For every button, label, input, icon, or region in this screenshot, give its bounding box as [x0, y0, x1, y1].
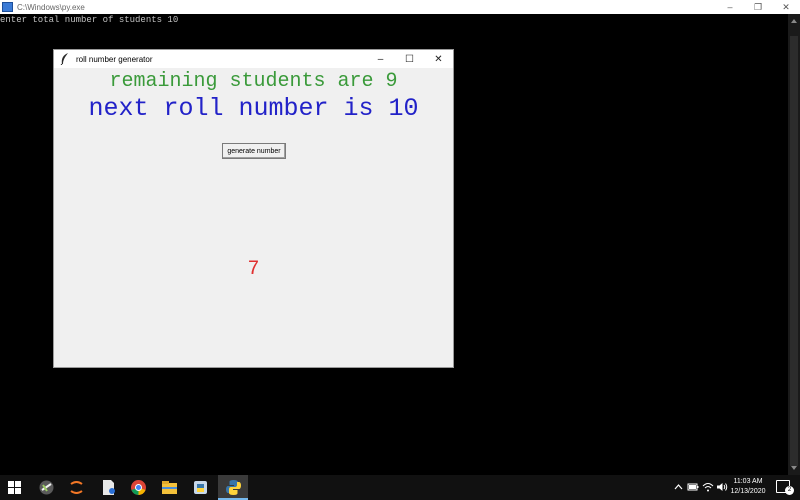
- console-minimize-button[interactable]: –: [716, 0, 744, 14]
- taskbar: 11:03 AM 12/13/2020 2: [0, 475, 800, 500]
- wifi-icon[interactable]: [702, 481, 714, 493]
- tk-maximize-button[interactable]: ☐: [395, 50, 424, 68]
- tk-titlebar[interactable]: roll number generator – ☐ ✕: [54, 50, 453, 68]
- console-window-controls: – ❐ ✕: [716, 0, 800, 14]
- jupyter-icon[interactable]: [68, 479, 85, 496]
- volume-icon[interactable]: [716, 481, 728, 493]
- python-icon[interactable]: [225, 479, 242, 496]
- scroll-up-icon[interactable]: [791, 19, 797, 23]
- console-restore-button[interactable]: ❐: [744, 0, 772, 14]
- scroll-down-icon[interactable]: [791, 466, 797, 470]
- clock-date: 12/13/2020: [730, 488, 766, 495]
- generate-number-button[interactable]: generate number: [222, 143, 286, 159]
- scrollbar-thumb[interactable]: [790, 36, 798, 466]
- console-scrollbar[interactable]: [788, 14, 800, 475]
- console-output: enter total number of students 10: [0, 15, 179, 25]
- tk-body: remaining students are 9 next roll numbe…: [54, 68, 453, 367]
- tk-minimize-button[interactable]: –: [366, 50, 395, 68]
- console-app-icon: [2, 2, 13, 12]
- tk-window-controls: – ☐ ✕: [366, 50, 453, 68]
- chevron-up-icon[interactable]: [674, 481, 683, 493]
- battery-icon[interactable]: [687, 481, 699, 493]
- file-explorer-icon[interactable]: [161, 479, 178, 496]
- chrome-icon[interactable]: [130, 479, 147, 496]
- console-titlebar: C:\Windows\py.exe – ❐ ✕: [0, 0, 800, 14]
- tk-close-button[interactable]: ✕: [424, 50, 453, 68]
- notification-count-badge: 2: [785, 486, 794, 495]
- python-idle-icon[interactable]: [192, 479, 209, 496]
- file-icon[interactable]: [100, 479, 117, 496]
- generated-number-label: 7: [247, 258, 260, 281]
- taskbar-clock[interactable]: 11:03 AM 12/13/2020: [728, 477, 768, 497]
- console-title: C:\Windows\py.exe: [17, 2, 85, 12]
- console-close-button[interactable]: ✕: [772, 0, 800, 14]
- tk-window-title: roll number generator: [76, 54, 153, 64]
- clock-time: 11:03 AM: [733, 478, 763, 485]
- start-icon[interactable]: [8, 479, 25, 496]
- remaining-students-label: remaining students are 9: [109, 70, 398, 93]
- tk-feather-icon: [60, 53, 68, 65]
- roll-number-generator-window: roll number generator – ☐ ✕ remaining st…: [53, 49, 454, 368]
- next-roll-number-label: next roll number is 10: [88, 94, 419, 123]
- sublime-icon[interactable]: [38, 479, 55, 496]
- system-tray: 11:03 AM 12/13/2020 2: [660, 475, 800, 500]
